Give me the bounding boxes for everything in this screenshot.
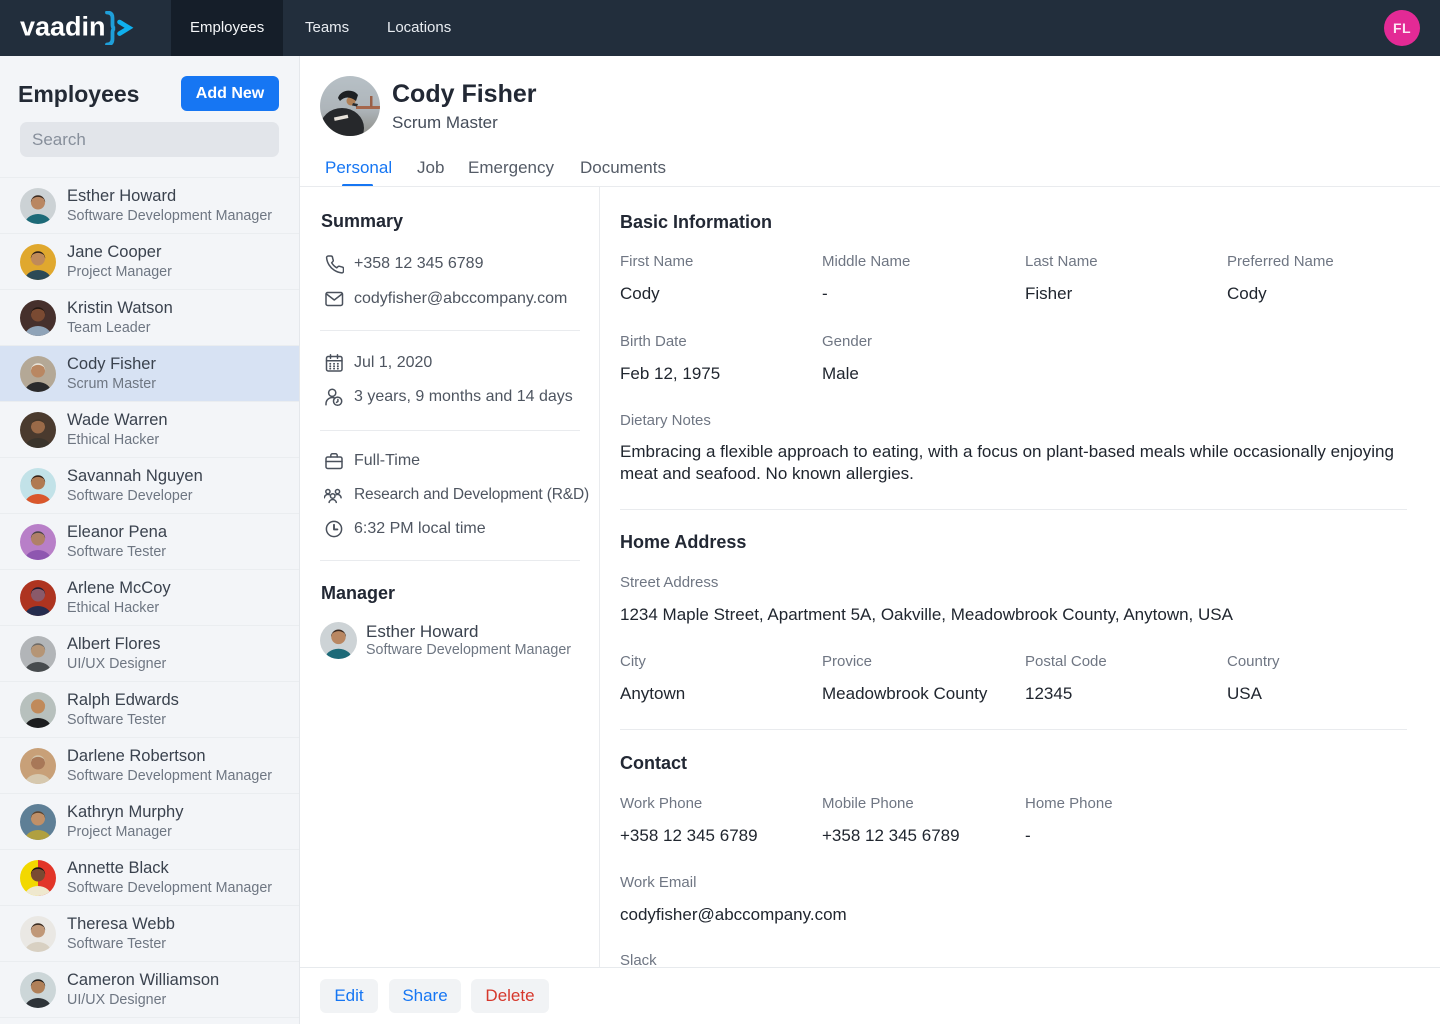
svg-text:vaadin: vaadin (20, 12, 106, 42)
